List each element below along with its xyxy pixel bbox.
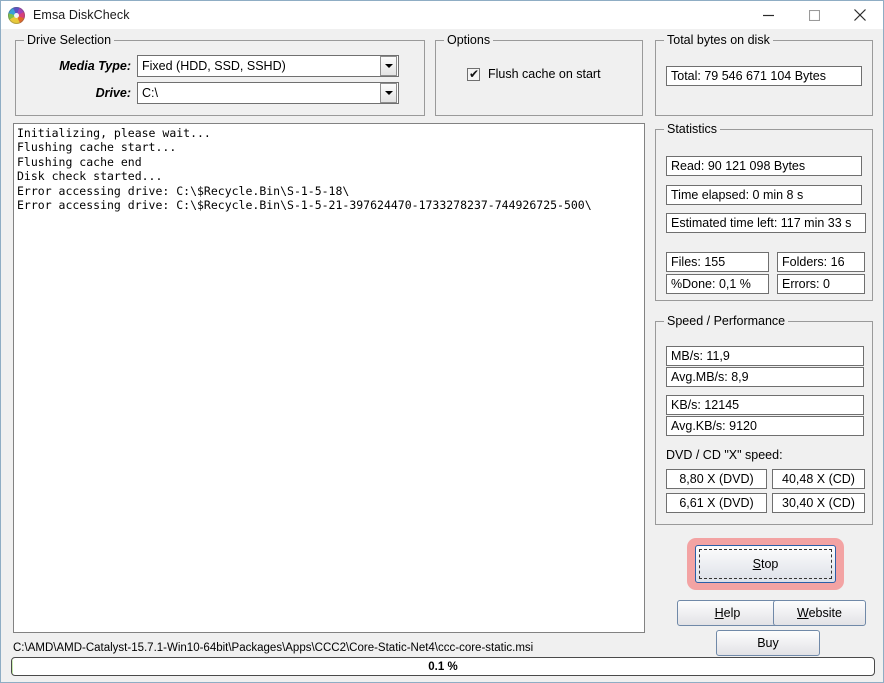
stat-errors: Errors: 0 xyxy=(777,274,865,294)
maximize-glyph xyxy=(808,9,820,21)
stat-time-elapsed: Time elapsed: 0 min 8 s xyxy=(666,185,862,205)
stop-button-label: Stop xyxy=(753,557,779,571)
progress-fill xyxy=(12,658,13,675)
stat-folders: Folders: 16 xyxy=(777,252,865,272)
dvd-cd-speed-label: DVD / CD "X" speed: xyxy=(666,448,783,462)
website-rest: ebsite xyxy=(808,606,842,620)
status-bar-path: C:\AMD\AMD-Catalyst-15.7.1-Win10-64bit\P… xyxy=(13,642,534,654)
minimize-icon[interactable] xyxy=(745,1,791,29)
dvd-current-speed: 8,80 X (DVD) xyxy=(666,469,767,489)
stat-read: Read: 90 121 098 Bytes xyxy=(666,156,862,176)
window-title: Emsa DiskCheck xyxy=(33,8,130,22)
website-button[interactable]: Website xyxy=(773,600,866,626)
stop-accesskey: S xyxy=(752,557,761,571)
title-bar: Emsa DiskCheck xyxy=(1,1,883,29)
chevron-down-icon[interactable] xyxy=(380,56,397,76)
website-button-label: Website xyxy=(797,606,842,620)
minimize-glyph xyxy=(762,14,774,16)
speed-kbs: KB/s: 12145 xyxy=(666,395,864,415)
speed-mbs: MB/s: 11,9 xyxy=(666,346,864,366)
drive-value: C:\ xyxy=(142,86,158,100)
stat-estimated-time-left: Estimated time left: 117 min 33 s xyxy=(666,213,866,233)
app-window: Emsa DiskCheck Drive Selection Media Typ… xyxy=(0,0,884,683)
website-accesskey: W xyxy=(797,606,809,620)
speed-avg-kbs: Avg.KB/s: 9120 xyxy=(666,416,864,436)
log-output[interactable]: Initializing, please wait... Flushing ca… xyxy=(13,123,645,633)
total-bytes-title: Total bytes on disk xyxy=(664,33,773,47)
media-type-select[interactable]: Fixed (HDD, SSD, SSHD) xyxy=(137,55,399,77)
media-type-value: Fixed (HDD, SSD, SSHD) xyxy=(142,59,286,73)
cd-average-speed: 30,40 X (CD) xyxy=(772,493,865,513)
speed-avg-mbs: Avg.MB/s: 8,9 xyxy=(666,367,864,387)
speed-performance-title: Speed / Performance xyxy=(664,314,789,328)
drive-label: Drive: xyxy=(95,86,131,100)
media-type-label: Media Type: xyxy=(59,59,131,73)
help-accesskey: H xyxy=(714,606,724,620)
help-rest: elp xyxy=(723,606,741,620)
stat-done: %Done: 0,1 % xyxy=(666,274,769,294)
cd-current-speed: 40,48 X (CD) xyxy=(772,469,865,489)
options-title: Options xyxy=(444,33,494,47)
check-icon: ✔ xyxy=(469,66,480,81)
stop-rest: top xyxy=(760,557,779,571)
progress-bar: 0.1 % xyxy=(11,657,875,676)
help-button[interactable]: Help xyxy=(677,600,778,626)
disc-icon xyxy=(8,6,25,24)
chevron-down-glyph xyxy=(384,91,393,95)
drive-selection-title: Drive Selection xyxy=(24,33,115,47)
flush-cache-checkbox-row[interactable]: ✔ Flush cache on start xyxy=(467,67,601,81)
drive-select[interactable]: C:\ xyxy=(137,82,399,104)
close-icon[interactable] xyxy=(837,1,883,29)
dvd-average-speed: 6,61 X (DVD) xyxy=(666,493,767,513)
stop-button-focus-glow: Stop xyxy=(687,538,844,590)
chevron-down-icon[interactable] xyxy=(380,83,397,103)
help-button-label: Help xyxy=(715,606,741,620)
flush-cache-label: Flush cache on start xyxy=(488,67,601,81)
chevron-down-glyph xyxy=(384,64,393,68)
buy-button-label: Buy xyxy=(757,636,779,650)
stat-files: Files: 155 xyxy=(666,252,769,272)
close-glyph xyxy=(854,9,866,21)
total-bytes-value: Total: 79 546 671 104 Bytes xyxy=(666,66,862,86)
log-text: Initializing, please wait... Flushing ca… xyxy=(17,126,592,213)
progress-label: 0.1 % xyxy=(428,660,458,673)
statistics-title: Statistics xyxy=(664,122,721,136)
maximize-icon[interactable] xyxy=(791,1,837,29)
stop-button[interactable]: Stop xyxy=(695,545,836,583)
flush-cache-checkbox[interactable]: ✔ xyxy=(467,66,480,81)
buy-button[interactable]: Buy xyxy=(716,630,820,656)
drive-selection-group: Drive Selection xyxy=(15,33,425,116)
